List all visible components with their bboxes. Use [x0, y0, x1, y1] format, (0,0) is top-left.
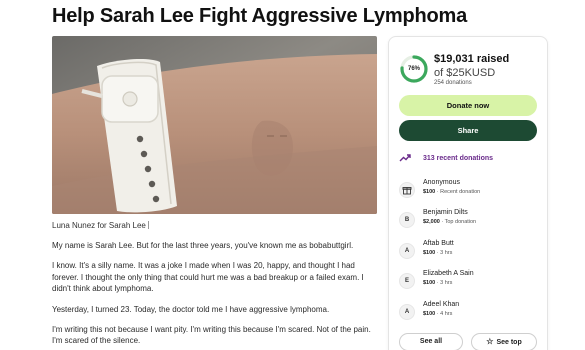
story-paragraph: I'm writing this not because I want pity… [52, 324, 371, 346]
donor-amount: $100 [423, 250, 436, 256]
see-top-button[interactable]: ☆ See top [471, 333, 537, 350]
goal-amount: of $25KUSD [434, 67, 496, 79]
donor-detail: · Top donation [439, 219, 477, 225]
story-paragraph: I know. It's a silly name. It was a joke… [52, 261, 364, 294]
organizer-divider [147, 221, 149, 229]
donor-name: Aftab Butt [423, 240, 454, 247]
see-top-label: See top [496, 339, 522, 346]
donor-item: A Aftab Butt $100 · 3 hrs [399, 240, 539, 262]
fundraiser-photo [52, 36, 377, 214]
donor-detail: · 3 hrs [435, 250, 453, 256]
donor-meta: $2,000 · Top donation [423, 219, 476, 225]
donor-item: Anonymous $100 · Recent donation [399, 179, 539, 201]
donations-count: 254 donations [434, 80, 472, 86]
donor-meta: $100 · 3 hrs [423, 280, 452, 286]
donor-amount: $2,000 [423, 219, 440, 225]
story-paragraph: My name is Sarah Lee. But for the last t… [52, 241, 354, 250]
donor-item: A Adeel Khan $100 · 4 hrs [399, 301, 539, 323]
donor-detail: · 3 hrs [435, 280, 453, 286]
page-title: Help Sarah Lee Fight Aggressive Lymphoma [52, 5, 468, 27]
donor-detail: · 4 hrs [435, 311, 453, 317]
recent-donations-label: 313 recent donations [423, 154, 494, 162]
donor-avatar: A [399, 304, 415, 320]
progress-percent: 76% [407, 66, 420, 72]
donation-card: 76% $19,031 raised of $25KUSD 254 donati… [388, 36, 548, 350]
donor-meta: $100 · Recent donation [423, 189, 480, 195]
donor-name: Adeel Khan [423, 301, 460, 308]
donor-name: Elizabeth A Sain [423, 270, 474, 277]
amount-raised: $19,031 raised [434, 53, 510, 65]
donor-amount: $100 [423, 280, 436, 286]
donor-amount: $100 [423, 189, 436, 195]
donate-button[interactable]: Donate now [399, 95, 537, 116]
donor-meta: $100 · 4 hrs [423, 311, 452, 317]
story-text: My name is Sarah Lee. But for the last t… [52, 240, 377, 350]
donor-avatar: B [399, 212, 415, 228]
donor-item: B Benjamin Dilts $2,000 · Top donation [399, 209, 539, 231]
donor-meta: $100 · 3 hrs [423, 250, 452, 256]
star-icon: ☆ [486, 337, 494, 346]
donor-amount: $100 [423, 311, 436, 317]
organizer-name: Luna Nunez for Sarah Lee [52, 221, 146, 230]
donor-name: Anonymous [423, 179, 460, 186]
donor-item: E Elizabeth A Sain $100 · 3 hrs [399, 270, 539, 292]
story-paragraph: Yesterday, I turned 23. Today, the docto… [52, 304, 330, 314]
see-all-button[interactable]: See all [399, 333, 463, 350]
donor-avatar: E [399, 273, 415, 289]
progress-ring: 76% [399, 54, 429, 84]
donor-avatar: A [399, 243, 415, 259]
donor-detail: · Recent donation [435, 189, 481, 195]
trending-icon [399, 154, 411, 162]
gift-icon [399, 182, 415, 198]
organizer-line: Luna Nunez for Sarah Lee [52, 221, 149, 230]
recent-donations-link[interactable]: 313 recent donations [399, 151, 493, 165]
share-button[interactable]: Share [399, 120, 537, 141]
donor-name: Benjamin Dilts [423, 209, 468, 216]
